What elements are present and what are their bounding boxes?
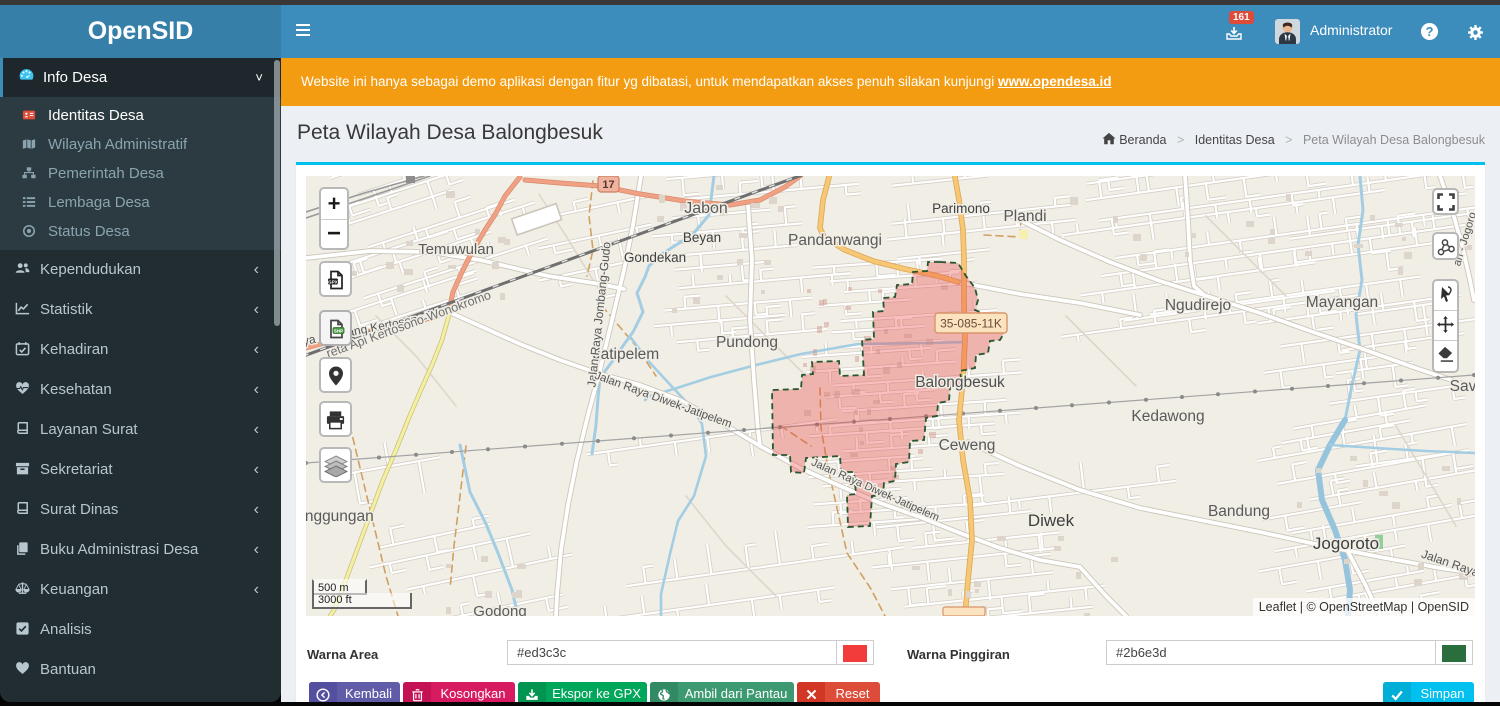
svg-text:Pundong: Pundong xyxy=(716,334,778,351)
svg-text:Sav: Sav xyxy=(1450,378,1475,395)
svg-text:Balongbesuk: Balongbesuk xyxy=(915,374,1005,391)
svg-text:Diwek: Diwek xyxy=(1028,511,1075,530)
svg-text:Jatipelem: Jatipelem xyxy=(593,346,659,363)
svg-text:Godong: Godong xyxy=(473,603,526,616)
svg-text:Kedawong: Kedawong xyxy=(1131,408,1204,425)
svg-text:?: ? xyxy=(1426,24,1434,39)
svg-text:anggungan: anggungan xyxy=(306,508,374,525)
svg-text:Jabon: Jabon xyxy=(684,200,728,217)
svg-text:GPX: GPX xyxy=(328,279,339,284)
svg-text:Plandi: Plandi xyxy=(1003,208,1046,225)
svg-text:Mayangan: Mayangan xyxy=(1306,294,1378,311)
svg-text:Beyan: Beyan xyxy=(683,230,721,245)
svg-text:35-085-11K: 35-085-11K xyxy=(940,317,1002,331)
svg-text:Parimono: Parimono xyxy=(932,201,990,216)
svg-text:SHP: SHP xyxy=(333,328,342,333)
svg-text:Ngudirejo: Ngudirejo xyxy=(1165,297,1231,314)
svg-text:17: 17 xyxy=(602,179,614,191)
svg-text:Temuwulan: Temuwulan xyxy=(418,241,494,258)
svg-text:Jogoroto: Jogoroto xyxy=(1313,534,1379,553)
svg-text:Bandung: Bandung xyxy=(1208,503,1270,520)
svg-text:Ceweng: Ceweng xyxy=(939,437,996,454)
svg-text:Gondekan: Gondekan xyxy=(624,250,686,265)
svg-text:Pandanwangi: Pandanwangi xyxy=(788,232,882,249)
